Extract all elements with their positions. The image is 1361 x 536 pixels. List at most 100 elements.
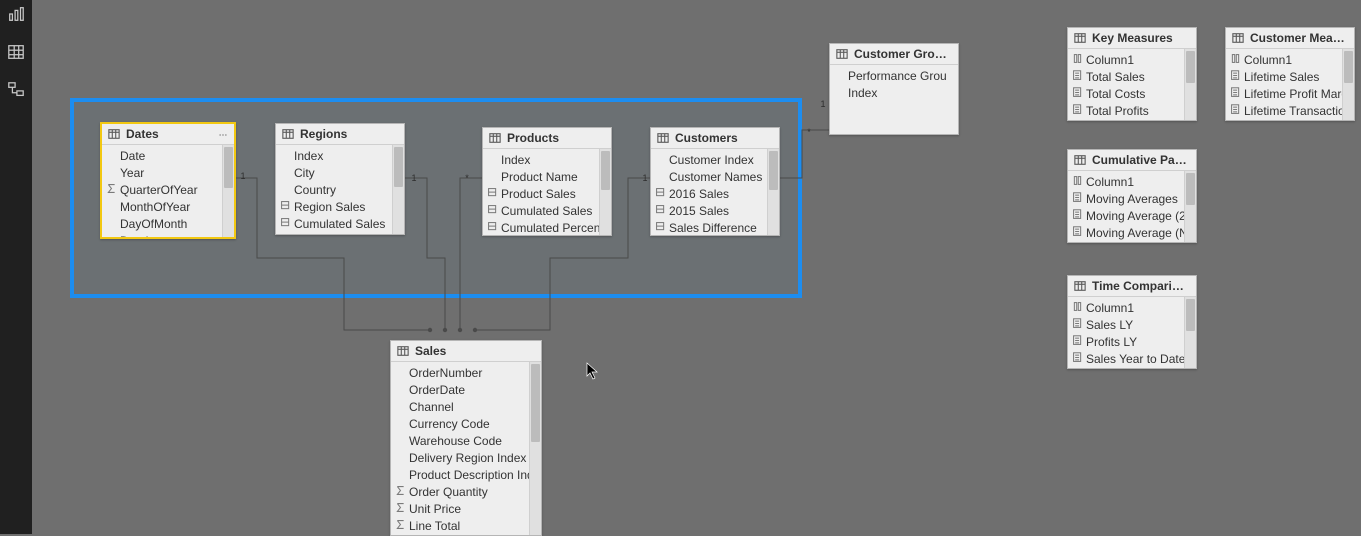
field-item[interactable]: 2016 Sales <box>651 185 767 202</box>
table-customers[interactable]: CustomersCustomer IndexCustomer Names201… <box>650 127 780 236</box>
scrollbar[interactable] <box>222 145 234 237</box>
table-header[interactable]: Sales <box>391 341 541 362</box>
field-item[interactable]: DateInt <box>102 232 222 237</box>
field-item[interactable]: Sales Year to Date <box>1068 350 1184 367</box>
scrollbar[interactable] <box>1184 297 1196 368</box>
field-item[interactable]: Column1 <box>1068 51 1184 68</box>
field-item[interactable]: Delivery Region Index <box>391 449 529 466</box>
field-item[interactable]: 2015 Sales <box>651 202 767 219</box>
field-item[interactable]: Product Description Index <box>391 466 529 483</box>
table-header[interactable]: Customer Measures <box>1226 28 1354 49</box>
table-keymeasures[interactable]: Key Measures Column1Total SalesTotal Cost… <box>1067 27 1197 121</box>
field-item[interactable]: Unit Price <box>391 500 529 517</box>
model-canvas[interactable]: Dates DateYearQuarterOfYearMonthOfYearDay… <box>32 0 1361 534</box>
field-item[interactable]: Column1 <box>1068 299 1184 316</box>
table-menu-icon[interactable] <box>218 129 228 139</box>
field-item[interactable]: Column1 <box>1068 173 1184 190</box>
scrollbar-thumb[interactable] <box>769 151 778 190</box>
field-item[interactable]: Line Total <box>391 517 529 534</box>
field-item[interactable]: Cumulated Percenta <box>276 232 392 234</box>
field-item[interactable]: Moving Average (No <box>1068 224 1184 241</box>
field-item[interactable]: Product Name <box>483 168 599 185</box>
field-item[interactable]: Index <box>276 147 392 164</box>
table-custmeasures[interactable]: Customer MeasuresColumn1Lifetime SalesLi… <box>1225 27 1355 121</box>
scrollbar-thumb[interactable] <box>224 147 233 188</box>
table-header[interactable]: Cumulative Patterns <box>1068 150 1196 171</box>
field-item[interactable]: Profits LY <box>1068 333 1184 350</box>
field-item[interactable]: Index <box>830 84 946 101</box>
scrollbar[interactable] <box>1184 49 1196 120</box>
scrollbar-thumb[interactable] <box>394 147 403 187</box>
table-title: Regions <box>300 127 398 141</box>
scrollbar[interactable] <box>599 149 611 235</box>
table-regions[interactable]: RegionsIndexCityCountryRegion SalesCumul… <box>275 123 405 235</box>
field-item[interactable]: Moving Average (2) <box>1068 207 1184 224</box>
field-item[interactable]: Total Transactions <box>1068 119 1184 120</box>
field-item[interactable]: Product Sales <box>483 185 599 202</box>
table-header[interactable]: Products <box>483 128 611 149</box>
field-item[interactable]: Cumulated Percenta <box>483 219 599 235</box>
field-item[interactable]: Column1 <box>1226 51 1342 68</box>
table-timecomp[interactable]: Time Comparison Column1Sales LYProfits LY… <box>1067 275 1197 369</box>
measure-icon <box>654 203 666 215</box>
scrollbar[interactable] <box>1342 49 1354 120</box>
field-item[interactable]: Region Sales <box>276 198 392 215</box>
field-item[interactable]: Lifetime Sales <box>1226 68 1342 85</box>
scrollbar-thumb[interactable] <box>1344 51 1353 83</box>
table-header[interactable]: Dates <box>102 124 234 145</box>
field-item[interactable]: Channel <box>391 398 529 415</box>
table-header[interactable]: Key Measures <box>1068 28 1196 49</box>
relationship-cardinality: 1 <box>238 171 248 181</box>
table-cumpat[interactable]: Cumulative PatternsColumn1Moving Average… <box>1067 149 1197 243</box>
field-item[interactable]: Order Quantity <box>391 483 529 500</box>
field-item[interactable]: DayOfMonth <box>102 215 222 232</box>
scrollbar-thumb[interactable] <box>1186 51 1195 83</box>
field-item[interactable]: Sales Difference <box>651 219 767 235</box>
scrollbar[interactable] <box>767 149 779 235</box>
field-item[interactable]: Warehouse Code <box>391 432 529 449</box>
table-header[interactable]: Customers <box>651 128 779 149</box>
table-sales[interactable]: Sales OrderNumberOrderDateChannelCurrency… <box>390 340 542 536</box>
scrollbar-thumb[interactable] <box>1186 173 1195 205</box>
table-header[interactable]: Regions <box>276 124 404 145</box>
model-view-button[interactable] <box>6 80 26 100</box>
field-item[interactable]: Cumulated Sales <box>483 202 599 219</box>
field-item[interactable]: Moving Averages <box>1068 190 1184 207</box>
field-item[interactable]: QuarterOfYear <box>102 181 222 198</box>
table-dates[interactable]: Dates DateYearQuarterOfYearMonthOfYearDay… <box>100 122 236 239</box>
report-view-button[interactable] <box>6 4 26 24</box>
field-item[interactable]: OrderDate <box>391 381 529 398</box>
scrollbar[interactable] <box>392 145 404 234</box>
scrollbar-thumb[interactable] <box>601 151 610 190</box>
field-item[interactable]: Currency Code <box>391 415 529 432</box>
data-view-button[interactable] <box>6 42 26 62</box>
scrollbar-thumb[interactable] <box>1186 299 1195 331</box>
field-item[interactable]: Cumulated Sales <box>276 215 392 232</box>
field-item[interactable]: MonthOfYear <box>102 198 222 215</box>
field-item[interactable]: Total Profits <box>1068 102 1184 119</box>
field-item[interactable]: Lifetime Profit Margi <box>1226 85 1342 102</box>
field-item[interactable]: Year <box>102 164 222 181</box>
table-header[interactable]: Time Comparison <box>1068 276 1196 297</box>
field-item[interactable]: Total Costs <box>1068 85 1184 102</box>
field-item[interactable]: Total Unit Cost <box>391 534 529 535</box>
field-item[interactable]: OrderNumber <box>391 364 529 381</box>
field-item[interactable]: Customer Index <box>651 151 767 168</box>
table-products[interactable]: ProductsIndexProduct NameProduct SalesCu… <box>482 127 612 236</box>
column-icon <box>1071 52 1083 64</box>
table-header[interactable]: Customer Grouping <box>830 44 958 65</box>
field-item[interactable]: Sales LY <box>1068 316 1184 333</box>
field-item[interactable]: Customer Names <box>651 168 767 185</box>
table-custgroup[interactable]: Customer Grouping Performance GroupIndex <box>829 43 959 135</box>
field-item[interactable]: City <box>276 164 392 181</box>
field-item[interactable]: Country <box>276 181 392 198</box>
field-item[interactable]: Date <box>102 147 222 164</box>
scrollbar[interactable] <box>529 362 541 535</box>
field-item[interactable]: Lifetime Transactions <box>1226 102 1342 119</box>
field-label: Date <box>120 149 145 163</box>
scrollbar-thumb[interactable] <box>531 364 540 442</box>
field-item[interactable]: Performance Group <box>830 67 946 84</box>
field-item[interactable]: Total Sales <box>1068 68 1184 85</box>
field-item[interactable]: Index <box>483 151 599 168</box>
scrollbar[interactable] <box>1184 171 1196 242</box>
